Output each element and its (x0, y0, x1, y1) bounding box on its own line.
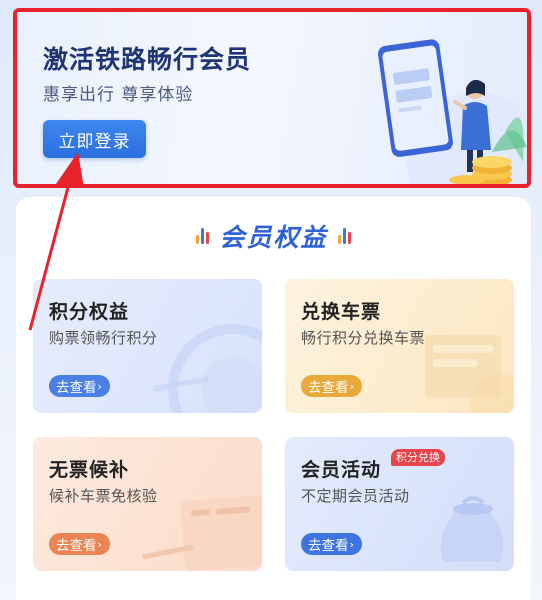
banner-title: 激活铁路畅行会员 (43, 45, 252, 74)
card-points-benefit[interactable]: 积分权益 购票领畅行积分 去查看 › (33, 279, 262, 413)
member-benefits-panel: 会员权益 积分权益 购票领畅行积分 去查看 › 兑换车票 畅行积分兑换车票 去查看… (16, 197, 531, 600)
view-button[interactable]: 去查看 › (301, 533, 362, 555)
chevron-right-icon: › (349, 379, 354, 393)
card-title: 会员活动 (301, 459, 382, 481)
decor-bars-icon (196, 228, 210, 244)
login-button[interactable]: 立即登录 (43, 120, 146, 158)
chevron-right-icon: › (97, 537, 102, 551)
view-button[interactable]: 去查看 › (301, 375, 362, 397)
card-waitlist[interactable]: 无票候补 候补车票免核验 去查看 › (33, 437, 262, 571)
card-description: 购票领畅行积分 (49, 329, 158, 347)
view-button[interactable]: 去查看 › (49, 375, 110, 397)
card-exchange-ticket[interactable]: 兑换车票 畅行积分兑换车票 去查看 › (285, 279, 514, 413)
card-description: 畅行积分兑换车票 (301, 329, 426, 347)
benefits-header: 会员权益 (16, 219, 531, 253)
card-title: 积分权益 (49, 301, 130, 323)
card-title: 兑换车票 (301, 301, 382, 323)
banner-subtitle: 惠享出行 尊享体验 (43, 85, 194, 105)
card-description: 不定期会员活动 (301, 487, 410, 505)
member-activation-banner: 激活铁路畅行会员 惠享出行 尊享体验 立即登录 (13, 8, 531, 188)
card-description: 候补车票免核验 (49, 487, 158, 505)
decor-bars-icon (337, 228, 351, 244)
chevron-right-icon: › (97, 379, 102, 393)
chevron-right-icon: › (349, 537, 354, 551)
view-button[interactable]: 去查看 › (49, 533, 110, 555)
points-exchange-badge: 积分兑换 (391, 449, 445, 466)
card-member-activities[interactable]: 会员活动 积分兑换 不定期会员活动 去查看 › (285, 437, 514, 571)
phone-illustration (377, 39, 527, 184)
card-title: 无票候补 (49, 459, 130, 481)
benefits-title: 会员权益 (219, 223, 328, 252)
